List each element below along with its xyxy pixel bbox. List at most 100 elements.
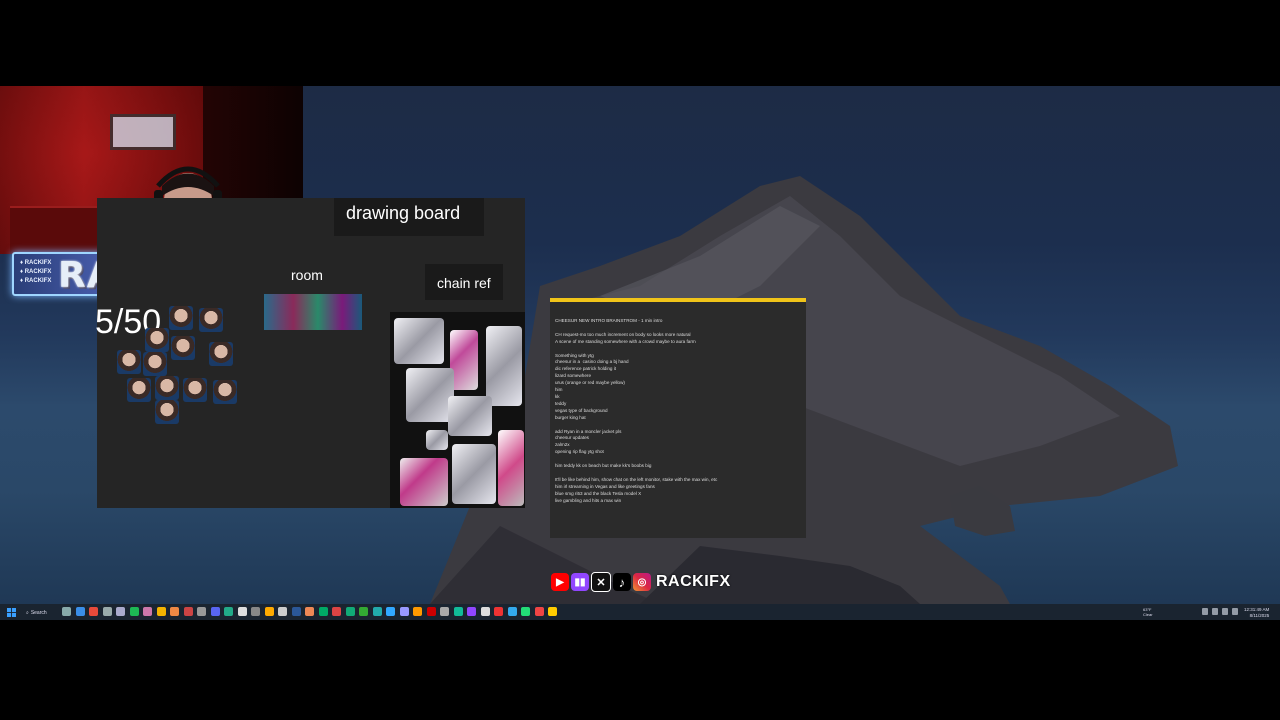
taskbar-app-icon[interactable] — [264, 607, 274, 616]
logo-mini-line: ♦ RACKIFX — [20, 260, 52, 266]
taskbar-app-icon[interactable] — [345, 607, 355, 616]
chain-pendant-image — [452, 444, 496, 504]
brainstorm-notes-window[interactable]: CHEESUR NEW INTRO BRAINSTROM - 1 min int… — [550, 298, 806, 538]
face-thumbnail — [213, 380, 237, 404]
taskbar-weather[interactable]: 63°F Clear — [1143, 607, 1153, 617]
note-line: cheesur updates — [555, 435, 589, 441]
taskbar-app-icon[interactable] — [507, 607, 517, 616]
face-thumbnail — [127, 378, 151, 402]
search-label: Search — [30, 609, 47, 616]
tiktok-icon: ♪ — [613, 573, 631, 591]
taskbar-app-icon[interactable] — [332, 607, 341, 616]
chain-pendant-image — [486, 326, 522, 406]
taskbar-app-icon[interactable] — [210, 607, 220, 616]
taskbar-app-icon[interactable] — [62, 607, 71, 616]
face-thumbnail — [171, 336, 195, 360]
taskbar-app-icon[interactable] — [534, 607, 544, 616]
chain-reference-collage[interactable] — [390, 312, 525, 508]
taskbar-app-icon[interactable] — [102, 607, 112, 616]
taskbar-app-icon[interactable] — [453, 607, 463, 616]
faces-collage[interactable] — [115, 306, 245, 426]
taskbar-app-icon[interactable] — [305, 607, 314, 616]
taskbar-app-icon[interactable] — [170, 607, 179, 616]
taskbar-app-icon[interactable] — [413, 607, 422, 616]
room-reference-image[interactable] — [264, 294, 362, 330]
taskbar-app-icon[interactable] — [143, 607, 152, 616]
taskbar-app-icon[interactable] — [359, 607, 368, 616]
chain-pendant-image — [394, 318, 444, 364]
taskbar-app-icon[interactable] — [129, 607, 139, 616]
chain-pendant-image — [450, 330, 478, 390]
taskbar-app-icon[interactable] — [183, 607, 193, 616]
taskbar-app-icon[interactable] — [116, 607, 125, 616]
face-thumbnail — [155, 376, 179, 400]
note-line — [555, 456, 803, 463]
note-line: CH request-mo too much increment on body… — [555, 331, 691, 337]
clock-date: 8/11/2025 — [1249, 612, 1270, 618]
taskbar-apps — [62, 607, 557, 616]
note-line — [555, 422, 803, 429]
taskbar-app-icon[interactable] — [372, 607, 382, 616]
tray-chevron-icon[interactable] — [1202, 608, 1208, 615]
taskbar-clock[interactable]: 12:31:49 AM 8/11/2025 — [1244, 607, 1269, 618]
taskbar-app-icon[interactable] — [480, 607, 490, 616]
taskbar-app-icon[interactable] — [467, 607, 476, 616]
volume-icon[interactable] — [1222, 608, 1228, 615]
taskbar-app-icon[interactable] — [75, 607, 85, 616]
face-thumbnail — [169, 306, 193, 330]
note-line: live gambling and hits a max win — [555, 497, 622, 503]
twitch-icon: ▮▮ — [571, 573, 589, 591]
search-icon: ⌕ — [26, 609, 29, 616]
note-line: burger king hat — [555, 414, 586, 420]
taskbar-app-icon[interactable] — [224, 607, 233, 616]
taskbar-app-icon[interactable] — [440, 607, 449, 616]
instagram-icon: ◎ — [633, 573, 651, 591]
taskbar-app-icon[interactable] — [291, 607, 301, 616]
chain-pendant-image — [498, 430, 524, 506]
chain-pendant-image — [426, 430, 448, 450]
logo-mini-line: ♦ RACKIFX — [20, 278, 52, 284]
taskbar-app-icon[interactable] — [156, 607, 166, 616]
note-line — [555, 470, 803, 477]
taskbar-app-icon[interactable] — [278, 607, 287, 616]
chain-pendant-image — [400, 458, 448, 506]
wifi-icon[interactable] — [1212, 608, 1218, 615]
windows-start-icon[interactable] — [7, 608, 16, 617]
note-line: A scene of me standing somewhere with a … — [555, 338, 696, 344]
webcam-background-monitor — [110, 114, 176, 150]
note-line: kk — [555, 393, 560, 399]
taskbar-app-icon[interactable] — [237, 607, 247, 616]
note-line: zalm2x — [555, 442, 570, 448]
taskbar-app-icon[interactable] — [548, 607, 557, 616]
taskbar-app-icon[interactable] — [521, 607, 530, 616]
system-tray[interactable] — [1202, 608, 1238, 615]
clock-time: 12:31:49 AM — [1244, 607, 1270, 612]
note-line: dic reference patrick holding it — [555, 366, 617, 372]
notes-body[interactable]: CHEESUR NEW INTRO BRAINSTROM - 1 min int… — [555, 318, 803, 504]
face-thumbnail — [199, 308, 223, 332]
note-line: cheesur in a casino doing a bj hand — [555, 359, 629, 365]
taskbar-search[interactable]: ⌕ Search — [26, 607, 47, 618]
taskbar-app-icon[interactable] — [89, 607, 98, 616]
chain-pendant-image — [406, 368, 454, 422]
taskbar-app-icon[interactable] — [197, 607, 206, 616]
windows-taskbar: ⌕ Search 63°F Clear 12:31:49 AM 8/11/202… — [0, 604, 1280, 620]
taskbar-app-icon[interactable] — [494, 607, 503, 616]
x-icon: ✕ — [591, 572, 611, 592]
logo-mini-list: ♦ RACKIFX ♦ RACKIFX ♦ RACKIFX — [20, 259, 51, 286]
social-handle: RACKIFX — [656, 573, 731, 590]
face-thumbnail — [145, 328, 169, 352]
room-label: room — [291, 267, 323, 283]
chain-ref-label: chain ref — [437, 275, 491, 291]
battery-icon[interactable] — [1232, 608, 1238, 615]
taskbar-app-icon[interactable] — [426, 607, 436, 616]
note-line: him teddy kk on beach but make kk's boob… — [555, 463, 652, 469]
taskbar-app-icon[interactable] — [318, 607, 328, 616]
taskbar-app-icon[interactable] — [251, 607, 260, 616]
weather-desc: Clear — [1143, 612, 1153, 617]
taskbar-app-icon[interactable] — [399, 607, 409, 616]
taskbar-app-icon[interactable] — [386, 607, 395, 616]
note-line: It'll be like behind him, show chat on t… — [555, 476, 718, 482]
note-line: Something with ytg — [555, 352, 594, 358]
note-line: add Ryan in a moncler jacket pls — [555, 428, 622, 434]
